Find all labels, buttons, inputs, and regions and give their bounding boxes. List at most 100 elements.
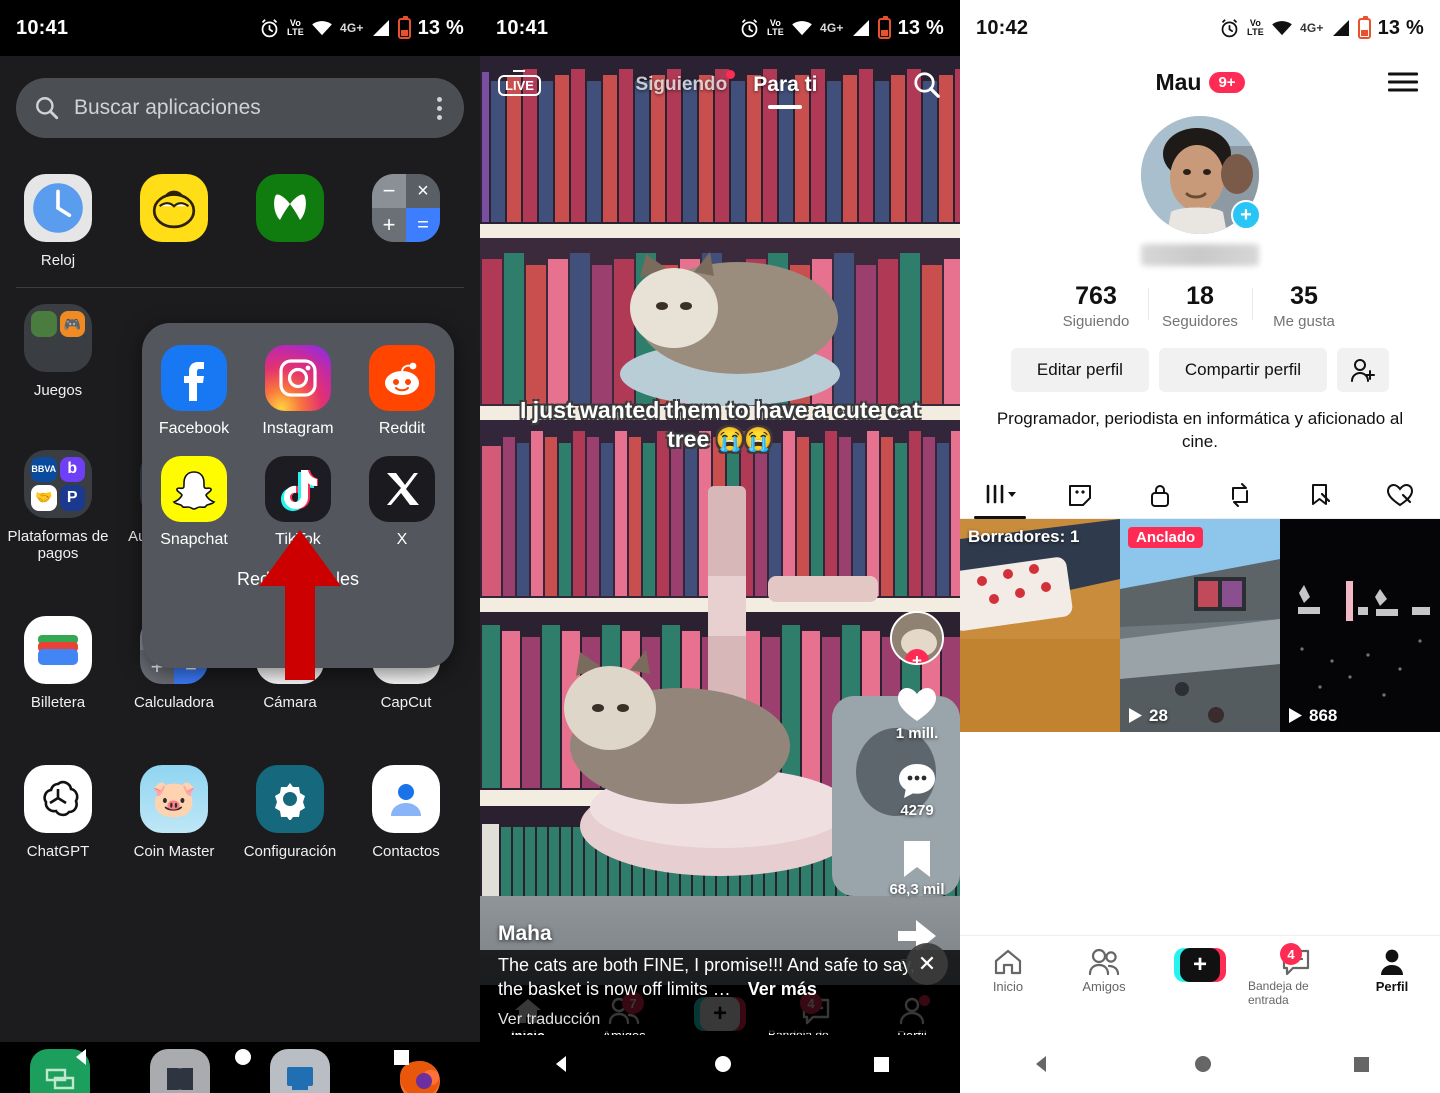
tab-saved-hidden[interactable] bbox=[1280, 472, 1360, 518]
volte-icon: Vo LTE bbox=[1247, 18, 1264, 37]
profile-icon bbox=[1381, 949, 1403, 975]
video-description-text: The cats are both FINE, I promise!!! And… bbox=[498, 955, 915, 999]
recents-icon[interactable] bbox=[1353, 1056, 1369, 1072]
video-thumb-drafts[interactable]: Borradores: 1 bbox=[960, 518, 1120, 732]
comment-count: 4279 bbox=[900, 802, 934, 819]
contacts-icon bbox=[372, 765, 440, 834]
folder-app-label: Facebook bbox=[158, 420, 230, 437]
tab-private[interactable] bbox=[1120, 472, 1200, 518]
live-badge[interactable]: LIVE bbox=[498, 74, 541, 96]
video-author[interactable]: Maha bbox=[480, 922, 960, 950]
friends-icon bbox=[1088, 948, 1120, 976]
nav-create[interactable]: + bbox=[1152, 948, 1248, 982]
folder-app-x[interactable]: X bbox=[354, 456, 450, 549]
folder-app-instagram[interactable]: Instagram bbox=[250, 345, 346, 438]
create-plus-icon: + bbox=[1174, 948, 1226, 982]
status-time: 10:41 bbox=[496, 16, 549, 39]
app-calculadora-top[interactable]: − × + = Calculadora bbox=[348, 162, 464, 269]
nav-amigos[interactable]: Amigos bbox=[1056, 948, 1152, 994]
app-configuracion[interactable]: Configuración bbox=[232, 753, 348, 860]
app-billetera[interactable]: Billetera bbox=[0, 604, 116, 711]
stat-me-gusta[interactable]: 35 Me gusta bbox=[1252, 282, 1356, 330]
tab-posts-grid[interactable] bbox=[960, 472, 1040, 518]
video-player[interactable]: LIVE Siguiendo Para ti I just wanted the… bbox=[480, 56, 960, 1041]
battery-icon bbox=[877, 15, 891, 39]
stat-siguiendo[interactable]: 763 Siguiendo bbox=[1044, 282, 1148, 330]
tab-liked-hidden[interactable] bbox=[1360, 472, 1440, 518]
video-thumb-concert[interactable]: 868 bbox=[1280, 518, 1440, 732]
app-chatgpt[interactable]: ChatGPT bbox=[0, 753, 116, 860]
close-icon[interactable]: ✕ bbox=[906, 943, 948, 985]
notification-badge[interactable]: 9+ bbox=[1209, 71, 1245, 93]
app-coin-master[interactable]: 🐷 Coin Master bbox=[116, 753, 232, 860]
lock-private-icon bbox=[1151, 484, 1169, 507]
avatar[interactable]: + bbox=[1141, 116, 1261, 234]
tab-siguiendo[interactable]: Siguiendo bbox=[635, 70, 736, 96]
games-folder-icon: 🎮 bbox=[24, 304, 92, 373]
nav-inicio[interactable]: Inicio bbox=[960, 948, 1056, 994]
back-icon[interactable] bbox=[551, 1053, 573, 1075]
battery-percent: 13 % bbox=[417, 16, 464, 39]
app-row: Reloj − × + = bbox=[0, 162, 480, 269]
video-thumb-pinned[interactable]: Anclado 28 bbox=[1120, 518, 1280, 732]
nav-bandeja-de-entrada[interactable]: 4 Bandeja de entrada bbox=[1248, 943, 1344, 1007]
wifi-icon bbox=[312, 21, 332, 36]
tab-stickers[interactable] bbox=[1040, 472, 1120, 518]
folder-app-label: X bbox=[396, 531, 408, 548]
edit-profile-button[interactable]: Editar perfil bbox=[1010, 348, 1149, 392]
home-icon bbox=[994, 949, 1022, 975]
comment-button[interactable]: 4279 bbox=[897, 762, 937, 819]
bookmark-button[interactable]: 68,3 mil bbox=[889, 839, 945, 898]
heart-hidden-icon bbox=[1386, 483, 1414, 507]
home-icon[interactable] bbox=[715, 1056, 732, 1072]
folder-plataformas-de-pagos[interactable]: BBVA b 🤝 P Plataformas de pagos bbox=[0, 438, 116, 563]
xbox-icon bbox=[256, 174, 324, 242]
network-type-label: 4G+ bbox=[339, 21, 364, 35]
stat-seguidores[interactable]: 18 Seguidores bbox=[1148, 282, 1252, 330]
stat-value: 763 bbox=[1075, 282, 1117, 310]
add-user-button[interactable] bbox=[1337, 348, 1390, 392]
creator-avatar[interactable]: + bbox=[890, 611, 944, 665]
home-icon[interactable] bbox=[1195, 1056, 1212, 1072]
app-reloj[interactable]: Reloj bbox=[0, 162, 116, 269]
add-friend-plus-icon[interactable]: + bbox=[1231, 200, 1261, 230]
app-contactos[interactable]: Contactos bbox=[348, 753, 464, 860]
search-input[interactable]: Buscar aplicaciones bbox=[16, 78, 464, 138]
see-translation-link[interactable]: Ver traducción bbox=[480, 1001, 960, 1033]
three-panel-screenshot: 10:41 Vo LTE 4G+ 13 % Buscar aplicaciones bbox=[0, 0, 1440, 1093]
like-button[interactable]: 1 mill. bbox=[896, 685, 938, 742]
search-icon[interactable] bbox=[912, 70, 942, 100]
folder-app-reddit[interactable]: Reddit bbox=[354, 345, 450, 438]
app-label: Contactos bbox=[372, 843, 440, 861]
share-profile-button[interactable]: Compartir perfil bbox=[1158, 348, 1328, 392]
inbox-badge: 4 bbox=[1280, 943, 1302, 965]
see-more-link[interactable]: Ver más bbox=[748, 979, 817, 999]
folder-app-facebook[interactable]: Facebook bbox=[146, 345, 242, 438]
folder-juegos[interactable]: 🎮 Juegos bbox=[0, 292, 116, 399]
kebab-menu-icon[interactable] bbox=[433, 93, 446, 124]
app-label: Billetera bbox=[30, 694, 86, 711]
app-label: Cámara bbox=[263, 694, 317, 711]
recents-icon[interactable] bbox=[873, 1056, 889, 1072]
folder-app-label: Snapchat bbox=[160, 531, 228, 548]
profile-display-name[interactable]: Mau bbox=[1155, 69, 1201, 96]
back-icon[interactable] bbox=[1031, 1053, 1053, 1075]
tab-reposts[interactable] bbox=[1200, 472, 1280, 518]
battery-icon bbox=[1357, 15, 1371, 39]
battery-icon bbox=[397, 15, 411, 39]
profile-bio: Programador, periodista en informática y… bbox=[996, 409, 1404, 451]
nav-perfil[interactable]: Perfil bbox=[1344, 948, 1440, 994]
wifi-icon bbox=[1272, 21, 1292, 36]
app-xbox[interactable] bbox=[232, 162, 348, 269]
nav-label: Bandeja de entrada bbox=[1248, 979, 1309, 1007]
app-deal[interactable] bbox=[116, 162, 232, 269]
new-content-dot bbox=[726, 70, 736, 79]
tab-para-ti[interactable]: Para ti bbox=[753, 73, 817, 97]
app-row: ChatGPT 🐷 Coin Master Configuración Cont… bbox=[0, 753, 480, 860]
sticker-icon bbox=[1069, 484, 1091, 506]
arrow-pointing-tiktok-app bbox=[259, 530, 341, 680]
hamburger-menu-icon[interactable] bbox=[1388, 68, 1418, 97]
stat-value: 18 bbox=[1186, 282, 1214, 310]
folder-app-snapchat[interactable]: Snapchat bbox=[146, 456, 242, 549]
signal-icon bbox=[1332, 20, 1349, 36]
